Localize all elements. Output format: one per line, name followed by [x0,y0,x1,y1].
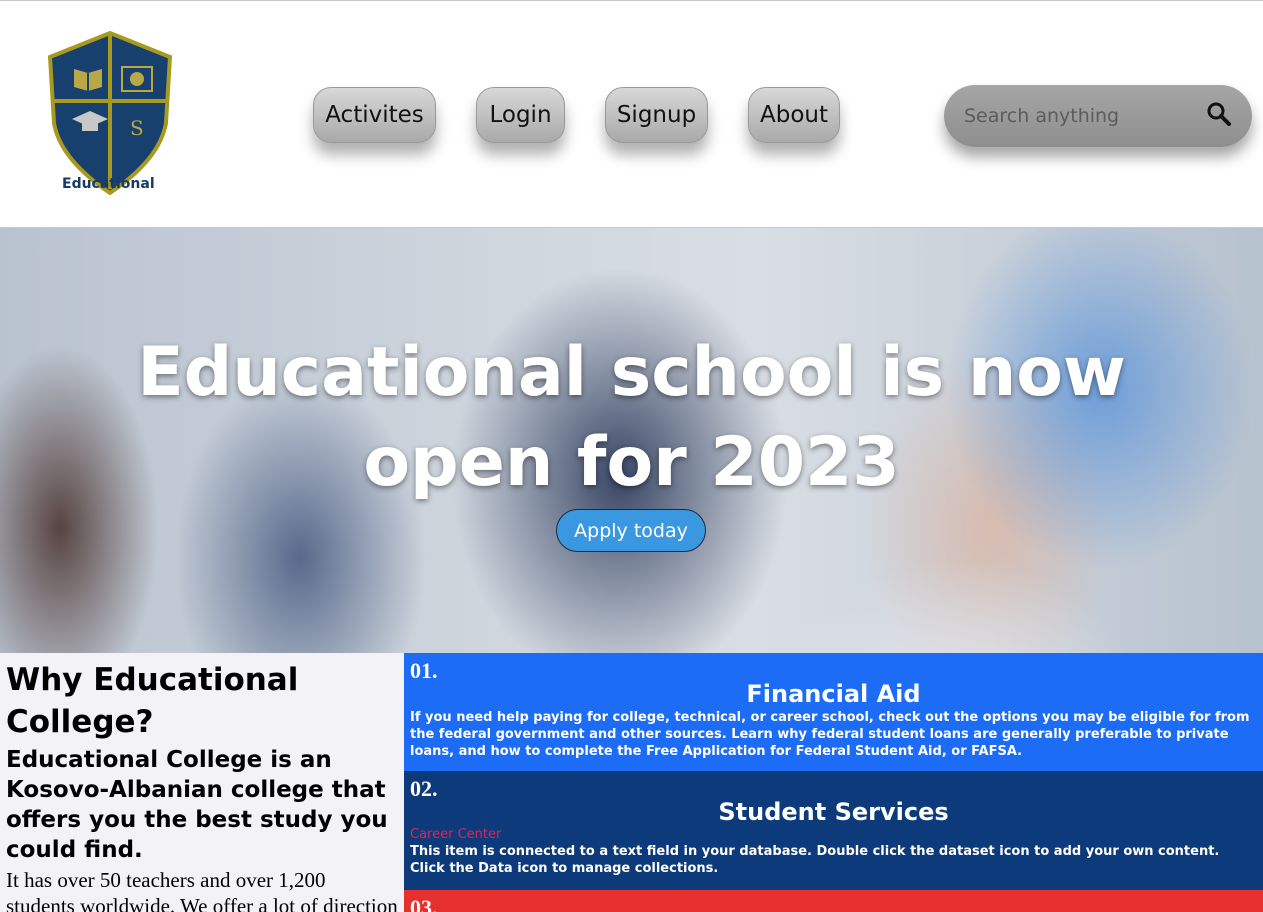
card-title: Financial Aid [746,680,921,708]
why-title: Why Educational College? [6,662,299,740]
search-icon[interactable] [1206,101,1232,127]
why-subtitle: Educational College is an Kosovo-Albania… [6,747,388,863]
why-section: Why Educational College? Educational Col… [0,653,404,912]
nav-signup-label: Signup [616,102,697,128]
financial-aid-card: 01. Financial Aid If you need help payin… [404,653,1263,771]
third-card: 03. [404,890,1263,912]
nav-login-button[interactable]: Login [476,87,565,143]
hero-title: Educational school is now open for 2023 [137,333,1126,502]
nav-activities-button[interactable]: Activites [313,87,436,143]
nav-login-label: Login [489,102,552,128]
hero-banner: Educational school is now open for 2023 … [0,228,1263,653]
nav-signup-button[interactable]: Signup [605,87,708,143]
site-header: S Educational Activites Login Signup Abo… [0,0,1263,228]
nav-about-label: About [759,102,828,128]
apply-today-button[interactable]: Apply today [556,509,706,552]
school-crest-icon[interactable]: S [48,31,172,195]
logo-text: Educational [62,176,155,192]
search-input[interactable] [964,99,1194,133]
why-body: It has over 50 teachers and over 1,200 s… [6,868,398,912]
card-number: 03. [410,895,438,912]
nav-activities-label: Activites [325,102,424,128]
career-center-link[interactable]: Career Center [410,827,1257,843]
svg-text:S: S [130,116,144,140]
card-title: Student Services [718,798,949,826]
services-list: 01. Financial Aid If you need help payin… [404,653,1263,912]
nav-about-button[interactable]: About [748,87,840,143]
card-description: If you need help paying for college, tec… [410,710,1250,759]
student-services-card: 02. Student Services Career Center This … [404,771,1263,890]
card-description: This item is connected to a text field i… [410,844,1220,876]
